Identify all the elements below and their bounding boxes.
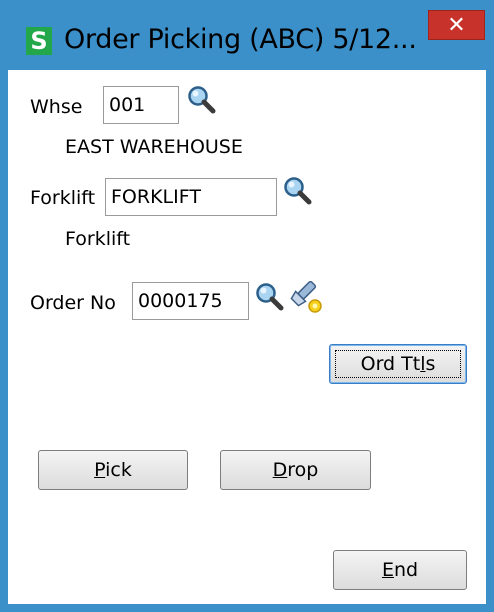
- window-title: Order Picking (ABC) 5/12...: [64, 24, 417, 55]
- ord-ttls-button[interactable]: Ord Ttls: [329, 344, 467, 384]
- pick-button[interactable]: Pick: [38, 450, 188, 490]
- pick-label: Pick: [94, 459, 132, 481]
- form-body: Whse EAST WAREHOUSE Forklift Forklift Or…: [8, 70, 486, 604]
- drop-button[interactable]: Drop: [220, 450, 371, 490]
- order-lookup-icon[interactable]: [254, 281, 284, 311]
- end-label: End: [381, 559, 419, 581]
- forklift-lookup-icon[interactable]: [282, 175, 312, 205]
- warehouse-label: Whse: [30, 96, 83, 118]
- flashlight-icon[interactable]: [288, 281, 324, 315]
- close-icon: ✕: [447, 13, 466, 38]
- title-bar[interactable]: S Order Picking (ABC) 5/12... ✕: [0, 0, 494, 70]
- ord-ttls-label: Ord Ttls: [360, 353, 436, 375]
- warehouse-input[interactable]: [103, 86, 179, 124]
- warehouse-description: EAST WAREHOUSE: [65, 136, 243, 158]
- forklift-label: Forklift: [30, 187, 96, 209]
- forklift-input[interactable]: [105, 178, 277, 216]
- warehouse-lookup-icon[interactable]: [186, 84, 216, 114]
- drop-label: Drop: [272, 459, 319, 481]
- order-picking-window: S Order Picking (ABC) 5/12... ✕ Whse EAS…: [0, 0, 494, 612]
- app-icon: S: [26, 27, 52, 55]
- close-button[interactable]: ✕: [428, 10, 485, 40]
- forklift-description: Forklift: [65, 228, 131, 250]
- order-no-label: Order No: [30, 292, 116, 314]
- end-button[interactable]: End: [333, 550, 467, 590]
- order-no-input[interactable]: [132, 282, 249, 320]
